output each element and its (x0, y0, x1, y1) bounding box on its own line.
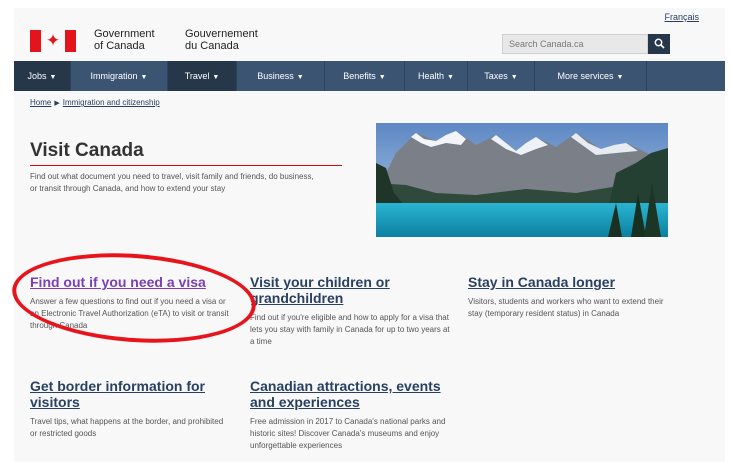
government-of-canada-wordmark[interactable]: Government of Canada (94, 28, 155, 52)
page-frame: Français ✦ Government of Canada Gouverne… (9, 8, 725, 462)
nav-filler (647, 61, 725, 91)
canada-flag-logo[interactable]: ✦ (30, 30, 76, 52)
nav-item-immigration[interactable]: Immigration ▼ (71, 61, 168, 91)
magnifier-icon (654, 38, 665, 49)
nav-label: Travel (184, 71, 210, 81)
page-intro: Find out what document you need to trave… (30, 172, 314, 193)
search-input[interactable]: Search Canada.ca (502, 34, 648, 54)
nav-item-taxes[interactable]: Taxes ▼ (468, 61, 535, 91)
card-link-attractions[interactable]: Canadian attractions, events and experie… (250, 378, 460, 410)
card-border-information: Get border information for visitors Trav… (30, 378, 230, 440)
card-description: Find out if you're eligible and how to a… (250, 313, 450, 346)
card-stay-longer: Stay in Canada longer Visitors, students… (468, 274, 673, 320)
nav-item-jobs[interactable]: Jobs ▼ (14, 61, 71, 91)
nav-item-health[interactable]: Health ▼ (405, 61, 468, 91)
chevron-down-icon: ▼ (212, 74, 220, 81)
nav-label: Jobs (27, 71, 47, 81)
card-need-a-visa: Find out if you need a visa Answer a few… (30, 274, 230, 332)
page-title: Visit Canada (30, 140, 144, 161)
chevron-down-icon: ▼ (49, 74, 57, 81)
card-visit-children: Visit your children or grandchildren Fin… (250, 274, 450, 348)
breadcrumb-separator-icon: ▶ (54, 100, 60, 107)
hero-image-moraine-lake (376, 123, 668, 237)
card-link-visit-children[interactable]: Visit your children or grandchildren (250, 274, 450, 306)
nav-label: Taxes (484, 71, 508, 81)
card-description: Answer a few questions to find out if yo… (30, 297, 229, 330)
breadcrumb: Home ▶ Immigration and citizenship (30, 98, 160, 107)
breadcrumb-home-link[interactable]: Home (30, 98, 51, 107)
chevron-down-icon: ▼ (140, 74, 148, 81)
gov-en-line1: Government (94, 28, 155, 40)
nav-label: Immigration (90, 71, 138, 81)
flag-left-bar (30, 30, 41, 52)
chevron-down-icon: ▼ (447, 74, 454, 81)
nav-item-travel[interactable]: Travel ▼ (168, 61, 237, 91)
gov-fr-line1: Gouvernement (185, 28, 258, 40)
title-underline (30, 165, 342, 166)
chevron-down-icon: ▼ (510, 74, 518, 81)
chevron-down-icon: ▼ (296, 74, 304, 81)
search-button[interactable] (648, 34, 670, 54)
card-description: Travel tips, what happens at the border,… (30, 417, 224, 438)
chevron-down-icon: ▼ (616, 74, 624, 81)
maple-leaf-icon: ✦ (45, 31, 61, 50)
gouvernement-du-canada-wordmark[interactable]: Gouvernement du Canada (185, 28, 258, 52)
language-toggle-link[interactable]: Français (664, 12, 699, 22)
card-link-stay-longer[interactable]: Stay in Canada longer (468, 274, 673, 290)
card-link-border-information[interactable]: Get border information for visitors (30, 378, 230, 410)
card-description: Free admission in 2017 to Canada's natio… (250, 417, 446, 450)
card-link-need-a-visa[interactable]: Find out if you need a visa (30, 274, 230, 290)
card-description: Visitors, students and workers who want … (468, 297, 664, 318)
breadcrumb-immigration-link[interactable]: Immigration and citizenship (63, 98, 160, 107)
gov-en-line2: of Canada (94, 40, 145, 52)
nav-item-more-services[interactable]: More services ▼ (535, 61, 647, 91)
nav-label: More services (557, 71, 614, 81)
gov-fr-line2: du Canada (185, 40, 239, 52)
nav-label: Health (418, 71, 445, 81)
nav-item-business[interactable]: Business ▼ (237, 61, 325, 91)
chevron-down-icon: ▼ (378, 74, 386, 81)
nav-label: Benefits (343, 71, 376, 81)
nav-item-benefits[interactable]: Benefits ▼ (325, 61, 405, 91)
flag-right-bar (65, 30, 76, 52)
main-navigation: Jobs ▼ Immigration ▼ Travel ▼ Business ▼ Ben… (14, 61, 725, 91)
lake-mountain-photo (376, 123, 668, 237)
nav-label: Business (257, 71, 294, 81)
card-attractions: Canadian attractions, events and experie… (250, 378, 460, 452)
